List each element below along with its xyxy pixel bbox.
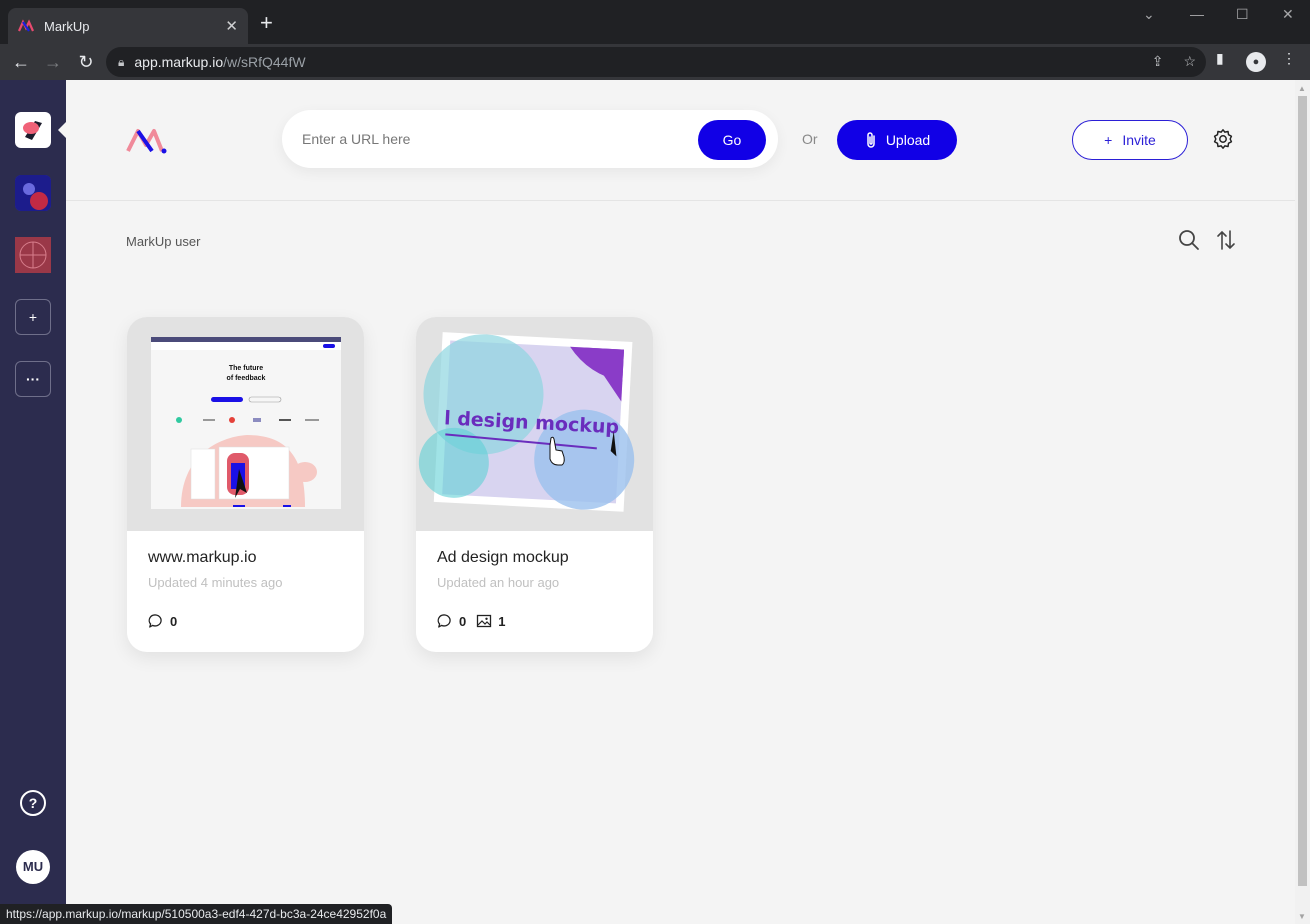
workspace-markup-active[interactable] — [15, 112, 51, 148]
active-caret — [58, 122, 66, 138]
lock-icon: 🔒︎ — [118, 54, 125, 69]
settings-gear-icon[interactable] — [1212, 128, 1234, 150]
workspace-logo-icon — [23, 121, 42, 140]
link-status-bar: https://app.markup.io/markup/510500a3-ed… — [0, 904, 393, 924]
profile-icon[interactable]: ● — [1246, 52, 1266, 72]
plus-icon: + — [1104, 132, 1113, 148]
browser-tabbar: MarkUp ✕ + ⌄ — ☐ ✕ — [0, 0, 1310, 44]
window-close-icon[interactable]: ✕ — [1282, 6, 1294, 23]
help-icon[interactable]: ? — [20, 790, 46, 816]
more-workspaces-button[interactable]: ··· — [15, 361, 51, 397]
image-count: 1 — [498, 613, 506, 629]
or-label: Or — [802, 131, 818, 147]
scroll-thumb[interactable] — [1298, 96, 1307, 886]
comment-count: 0 — [459, 613, 467, 629]
bookmark-star-icon[interactable]: ☆ — [1183, 53, 1196, 70]
page-scrollbar[interactable]: ▲ ▼ — [1295, 80, 1310, 924]
markup-logo-icon — [126, 129, 167, 154]
browser-tab[interactable]: MarkUp ✕ — [8, 8, 248, 44]
browser-menu-icon[interactable]: ⋮ — [1282, 50, 1296, 67]
comment-count: 0 — [170, 613, 178, 629]
search-icon[interactable] — [1178, 229, 1200, 251]
card-updated: Updated an hour ago — [437, 575, 560, 590]
scroll-down-icon[interactable]: ▼ — [1298, 912, 1306, 921]
main-content: Go Or Upload + Invite MarkUp user — [66, 80, 1295, 924]
url-host: app.markup.io — [134, 54, 224, 70]
image-icon — [477, 614, 492, 628]
comment-icon — [148, 614, 162, 628]
workspace-thumbnail-2[interactable] — [15, 175, 51, 211]
workspace-image-icon — [15, 175, 51, 211]
card-stats: 0 — [148, 613, 177, 629]
paperclip-icon — [867, 132, 875, 148]
card-title: www.markup.io — [148, 549, 257, 566]
card-thumbnail: The future of feedback — [127, 317, 364, 531]
markup-favicon-icon — [18, 19, 34, 32]
address-bar[interactable]: 🔒︎ app.markup.io/w/sRfQ44fW ⇪ ☆ — [106, 47, 1206, 77]
url-path: /w/sRfQ44fW — [223, 54, 306, 70]
card-thumbnail: l design mockup — [416, 317, 653, 531]
workspace-rail: + ··· ? MU — [0, 80, 66, 924]
app: + ··· ? MU Go Or Upload + Invite — [0, 80, 1310, 924]
maximize-icon[interactable]: ☐ — [1236, 6, 1249, 23]
upload-label: Upload — [885, 132, 931, 148]
url-input[interactable] — [302, 128, 682, 150]
mockup-preview-image: l design mockup — [418, 332, 635, 512]
workspace-image-icon — [15, 237, 51, 273]
card-stats: 0 1 — [437, 613, 505, 629]
tab-title: MarkUp — [44, 18, 90, 34]
workspace-thumbnail-3[interactable] — [15, 237, 51, 273]
back-icon[interactable]: ← — [10, 51, 32, 73]
card-title: Ad design mockup — [437, 549, 569, 566]
markup-card[interactable]: The future of feedback www.markup.io Upd… — [127, 317, 364, 652]
forward-icon[interactable]: → — [42, 51, 64, 73]
go-button[interactable]: Go — [698, 120, 766, 160]
header-divider — [66, 200, 1295, 201]
user-avatar[interactable]: MU — [16, 850, 50, 884]
browser-toolbar: ← → ↻ 🔒︎ app.markup.io/w/sRfQ44fW ⇪ ☆ ▮ … — [0, 44, 1310, 80]
sort-icon[interactable] — [1216, 229, 1236, 251]
share-icon[interactable]: ⇪ — [1152, 53, 1164, 70]
website-preview-image: The future of feedback — [151, 337, 341, 509]
reload-icon[interactable]: ↻ — [75, 51, 97, 73]
workspace-name: MarkUp user — [126, 234, 201, 249]
comment-icon — [437, 614, 451, 628]
invite-label: Invite — [1122, 132, 1156, 148]
new-tab-icon[interactable]: + — [260, 12, 273, 34]
upload-button[interactable]: Upload — [837, 120, 957, 160]
thumb-heading-2: of feedback — [227, 375, 266, 382]
side-panel-icon[interactable]: ▮ — [1216, 50, 1224, 67]
tab-close-icon[interactable]: ✕ — [225, 17, 238, 35]
invite-button[interactable]: + Invite — [1072, 120, 1188, 160]
scroll-up-icon[interactable]: ▲ — [1298, 84, 1306, 93]
minimize-icon[interactable]: — — [1190, 6, 1204, 22]
card-updated: Updated 4 minutes ago — [148, 575, 283, 590]
markup-card[interactable]: l design mockup Ad design mockup Updated… — [416, 317, 653, 652]
add-workspace-button[interactable]: + — [15, 299, 51, 335]
tab-search-icon[interactable]: ⌄ — [1143, 6, 1155, 23]
thumb-heading-1: The future — [229, 365, 263, 372]
